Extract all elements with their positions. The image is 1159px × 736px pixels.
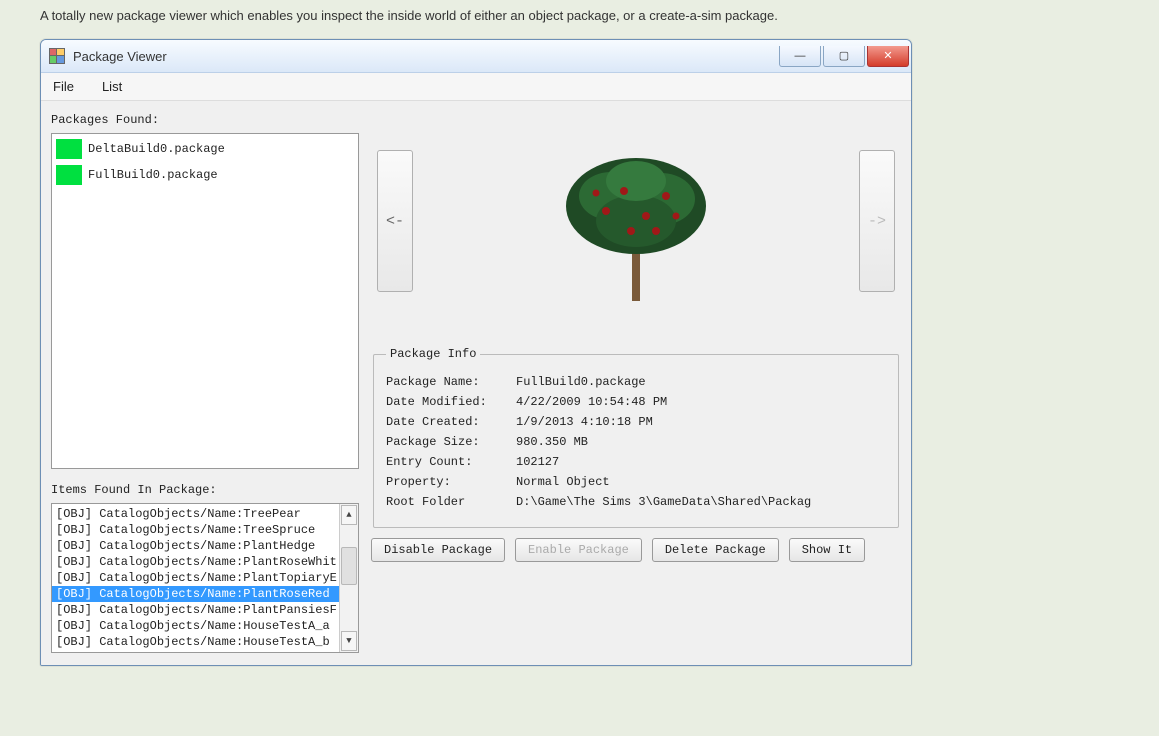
- info-key: Date Created:: [386, 415, 516, 429]
- menu-file[interactable]: File: [47, 77, 80, 96]
- preview-area: <-: [371, 111, 901, 331]
- menu-list[interactable]: List: [96, 77, 128, 96]
- packages-found-label: Packages Found:: [51, 113, 359, 127]
- info-key: Entry Count:: [386, 455, 516, 469]
- items-found-label: Items Found In Package:: [51, 483, 359, 497]
- info-row: Root FolderD:\Game\The Sims 3\GameData\S…: [386, 495, 886, 509]
- delete-package-button[interactable]: Delete Package: [652, 538, 779, 562]
- list-item[interactable]: [OBJ] CatalogObjects/Name:PlantPansiesF: [52, 602, 339, 618]
- info-value: 102127: [516, 455, 886, 469]
- package-status-swatch: [56, 139, 82, 159]
- info-key: Package Name:: [386, 375, 516, 389]
- preview-image: [536, 121, 736, 321]
- package-info-group: Package Info Package Name:FullBuild0.pac…: [373, 347, 899, 528]
- tree-icon: [536, 121, 736, 321]
- window-close-button[interactable]: ✕: [867, 46, 909, 67]
- menu-bar: File List: [41, 73, 911, 101]
- scroll-thumb[interactable]: [341, 547, 357, 585]
- app-window: Package Viewer — ▢ ✕ File List Packages …: [40, 39, 912, 666]
- info-row: Property:Normal Object: [386, 475, 886, 489]
- info-key: Package Size:: [386, 435, 516, 449]
- list-item[interactable]: [OBJ] CatalogObjects/Name:PlantHedge: [52, 538, 339, 554]
- info-row: Package Size:980.350 MB: [386, 435, 886, 449]
- scroll-up-icon[interactable]: ▲: [341, 505, 357, 525]
- package-name: DeltaBuild0.package: [88, 142, 225, 156]
- show-it-button[interactable]: Show It: [789, 538, 865, 562]
- window-maximize-button[interactable]: ▢: [823, 46, 865, 67]
- action-button-row: Disable Package Enable Package Delete Pa…: [371, 538, 901, 562]
- list-item[interactable]: [OBJ] CatalogObjects/Name:HouseTestA_a: [52, 618, 339, 634]
- prev-preview-button[interactable]: <-: [377, 150, 413, 292]
- window-title: Package Viewer: [73, 49, 167, 64]
- info-value: D:\Game\The Sims 3\GameData\Shared\Packa…: [516, 495, 886, 509]
- list-item[interactable]: [OBJ] CatalogObjects/Name:TreePear: [52, 506, 339, 522]
- info-row: Entry Count:102127: [386, 455, 886, 469]
- info-key: Root Folder: [386, 495, 516, 509]
- enable-package-button[interactable]: Enable Package: [515, 538, 642, 562]
- scroll-down-icon[interactable]: ▼: [341, 631, 357, 651]
- disable-package-button[interactable]: Disable Package: [371, 538, 505, 562]
- items-listbox[interactable]: [OBJ] CatalogObjects/Name:TreePear[OBJ] …: [51, 503, 359, 653]
- package-row[interactable]: DeltaBuild0.package: [54, 136, 356, 162]
- list-item[interactable]: [OBJ] CatalogObjects/Name:HouseTestA_c: [52, 650, 339, 652]
- list-item[interactable]: [OBJ] CatalogObjects/Name:PlantTopiaryE: [52, 570, 339, 586]
- list-item[interactable]: [OBJ] CatalogObjects/Name:PlantRoseRed: [52, 586, 339, 602]
- info-value: 4/22/2009 10:54:48 PM: [516, 395, 886, 409]
- info-row: Package Name:FullBuild0.package: [386, 375, 886, 389]
- package-info-legend: Package Info: [386, 347, 480, 361]
- packages-listbox[interactable]: DeltaBuild0.package FullBuild0.package: [51, 133, 359, 469]
- info-key: Date Modified:: [386, 395, 516, 409]
- titlebar[interactable]: Package Viewer — ▢ ✕: [41, 40, 911, 73]
- app-icon: [49, 48, 65, 64]
- info-value: 980.350 MB: [516, 435, 886, 449]
- info-row: Date Created:1/9/2013 4:10:18 PM: [386, 415, 886, 429]
- list-item[interactable]: [OBJ] CatalogObjects/Name:PlantRoseWhit: [52, 554, 339, 570]
- package-name: FullBuild0.package: [88, 168, 218, 182]
- info-row: Date Modified:4/22/2009 10:54:48 PM: [386, 395, 886, 409]
- info-key: Property:: [386, 475, 516, 489]
- info-value: 1/9/2013 4:10:18 PM: [516, 415, 886, 429]
- info-value: FullBuild0.package: [516, 375, 886, 389]
- list-item[interactable]: [OBJ] CatalogObjects/Name:HouseTestA_b: [52, 634, 339, 650]
- list-item[interactable]: [OBJ] CatalogObjects/Name:TreeSpruce: [52, 522, 339, 538]
- info-value: Normal Object: [516, 475, 886, 489]
- items-scrollbar[interactable]: ▲ ▼: [339, 504, 358, 652]
- window-minimize-button[interactable]: —: [779, 46, 821, 67]
- package-row[interactable]: FullBuild0.package: [54, 162, 356, 188]
- next-preview-button[interactable]: ->: [859, 150, 895, 292]
- package-status-swatch: [56, 165, 82, 185]
- page-description: A totally new package viewer which enabl…: [0, 0, 1159, 39]
